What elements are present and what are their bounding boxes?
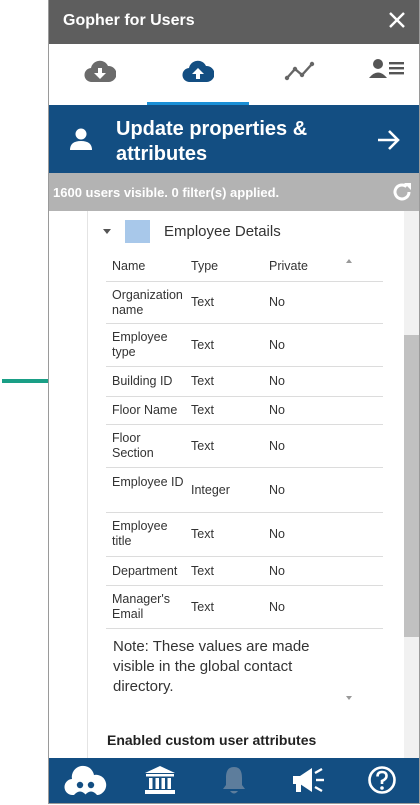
row-private: No (269, 295, 285, 309)
bottom-nav (49, 758, 419, 803)
row-type: Integer (191, 483, 230, 497)
title-bar: Gopher for Users (49, 0, 419, 44)
row-type: Text (191, 403, 214, 417)
bell-icon (223, 767, 245, 794)
refresh-icon[interactable] (391, 181, 413, 203)
row-name: Floor Name (112, 403, 178, 417)
row-type: Text (191, 600, 214, 614)
cloud-users-icon (64, 765, 107, 796)
cloud-upload-icon (182, 60, 214, 83)
arrow-right-icon (378, 130, 400, 150)
tab-upload[interactable] (152, 44, 244, 105)
tab-analytics[interactable] (254, 44, 346, 105)
row-name: Organization name (112, 288, 183, 317)
nav-help[interactable] (345, 758, 419, 803)
action-title-line1: Update properties & (116, 118, 308, 140)
table-scroll-down-icon[interactable] (346, 696, 352, 700)
col-name-header: Name (112, 259, 146, 273)
table-header: Name Type Private (106, 247, 383, 282)
row-type: Text (191, 374, 214, 388)
action-title-line2: attributes (116, 143, 208, 165)
nav-cloud-users[interactable] (49, 758, 123, 803)
row-name: Employee ID (112, 475, 184, 489)
row-name: Employee type (112, 330, 168, 359)
col-private-header: Private (269, 259, 308, 273)
row-name: Department (112, 564, 178, 578)
row-private: No (269, 338, 285, 352)
group-color-swatch (125, 220, 150, 243)
row-private: No (269, 564, 285, 578)
note-text: Note: These values are made visible in t… (113, 638, 310, 695)
tab-download[interactable] (54, 44, 146, 105)
table-row[interactable]: Employee ID Integer No (106, 468, 383, 513)
trend-line-icon (284, 61, 315, 81)
row-private: No (269, 374, 285, 388)
tab-user-list[interactable] (341, 44, 419, 105)
cloud-download-icon (84, 60, 116, 83)
table-row[interactable]: Employee type Text No (106, 324, 383, 367)
custom-attributes-heading: Enabled custom user attributes (107, 732, 317, 748)
action-title: Update properties & attributes (116, 117, 307, 167)
row-type: Text (191, 527, 214, 541)
table-row[interactable]: Organization name Text No (106, 282, 383, 324)
row-name: Building ID (112, 374, 173, 388)
nav-announcements[interactable] (271, 758, 345, 803)
person-icon (70, 128, 92, 150)
status-bar: 1600 users visible. 0 filter(s) applied. (49, 173, 419, 211)
table-row[interactable]: Floor Name Text No (106, 397, 383, 425)
divider (87, 211, 88, 758)
table-row[interactable]: Employee title Text No (106, 513, 383, 557)
content-area: Employee Details Name Type Private Organ… (49, 211, 419, 758)
row-type: Text (191, 295, 214, 309)
help-icon (368, 766, 396, 794)
row-private: No (269, 483, 285, 497)
nav-notifications[interactable] (197, 758, 271, 803)
caret-down-icon (103, 229, 111, 234)
table-row[interactable]: Department Text No (106, 557, 383, 586)
table-row[interactable]: Manager's Email Text No (106, 586, 383, 629)
bank-icon (145, 766, 175, 794)
row-private: No (269, 527, 285, 541)
user-list-icon (369, 59, 404, 78)
attributes-table: Name Type Private Organization name Text… (106, 247, 383, 711)
row-private: No (269, 439, 285, 453)
gopher-panel: Gopher for Users Update properties & att… (48, 0, 420, 804)
table-row[interactable]: Floor Section Text No (106, 425, 383, 468)
row-private: No (269, 600, 285, 614)
table-row[interactable]: Building ID Text No (106, 367, 383, 397)
row-name: Manager's Email (112, 592, 170, 621)
row-type: Text (191, 564, 214, 578)
row-private: No (269, 403, 285, 417)
group-employee-details[interactable]: Employee Details (101, 220, 361, 244)
app-title: Gopher for Users (63, 12, 195, 29)
row-type: Text (191, 338, 214, 352)
status-text: 1600 users visible. 0 filter(s) applied. (53, 185, 280, 200)
group-title: Employee Details (164, 223, 281, 240)
row-name: Employee title (112, 519, 168, 548)
tab-bar (49, 44, 419, 105)
table-scroll-up-icon[interactable] (346, 259, 352, 263)
scrollbar-thumb[interactable] (404, 335, 419, 637)
col-type-header: Type (191, 259, 219, 273)
nav-directory[interactable] (123, 758, 197, 803)
row-name: Floor Section (112, 431, 154, 460)
update-properties-button[interactable]: Update properties & attributes (49, 105, 419, 173)
close-icon[interactable] (387, 10, 407, 30)
megaphone-icon (293, 767, 324, 793)
row-type: Text (191, 439, 214, 453)
